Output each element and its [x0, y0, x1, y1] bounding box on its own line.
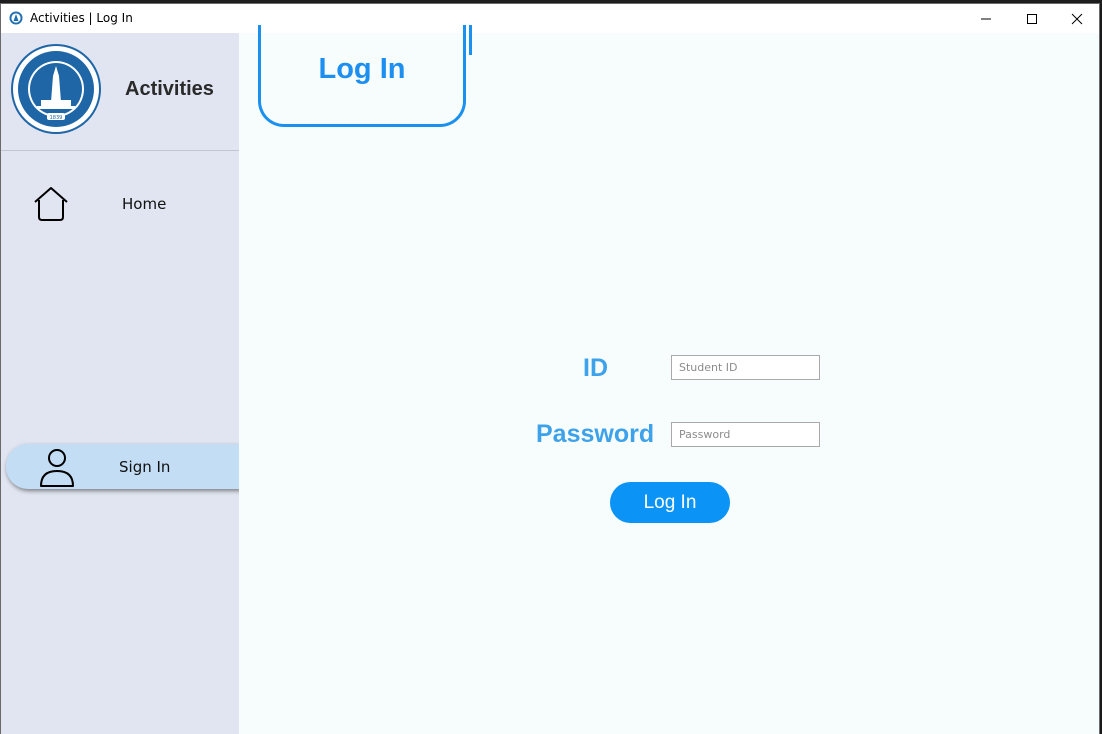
app-logo-icon — [9, 11, 23, 25]
student-id-input[interactable] — [671, 355, 820, 380]
login-button[interactable]: Log In — [610, 482, 730, 523]
app-window: Activities | Log In 1839 Activities Home… — [0, 3, 1100, 734]
sidebar-item-sign-in[interactable]: Sign In — [6, 444, 241, 489]
university-logo: 1839 — [11, 44, 101, 134]
minimize-icon — [981, 18, 991, 19]
minimize-button[interactable] — [963, 4, 1009, 33]
app-title: Activities — [125, 78, 214, 100]
title-bar[interactable]: Activities | Log In — [1, 4, 1099, 33]
sidebar-item-label: Home — [122, 195, 167, 213]
close-button[interactable] — [1054, 4, 1100, 33]
sidebar: 1839 Activities Home Sign In — [1, 33, 241, 734]
logo-year: 1839 — [50, 115, 63, 121]
sidebar-divider — [1, 150, 239, 151]
maximize-icon — [1027, 13, 1037, 24]
sidebar-item-home[interactable]: Home — [1, 178, 239, 228]
password-label: Password — [536, 420, 655, 448]
sidebar-item-label: Sign In — [119, 458, 171, 476]
window-title: Activities | Log In — [30, 11, 133, 25]
password-input[interactable] — [671, 422, 820, 447]
id-label: ID — [583, 354, 608, 382]
page-title-box: Log In — [258, 25, 472, 127]
user-icon — [40, 449, 74, 487]
close-icon — [1071, 13, 1083, 24]
page-title: Log In — [318, 53, 406, 85]
maximize-button[interactable] — [1009, 4, 1055, 33]
main-content: Log In ID Password Log In — [239, 25, 1099, 734]
home-icon — [34, 187, 68, 221]
